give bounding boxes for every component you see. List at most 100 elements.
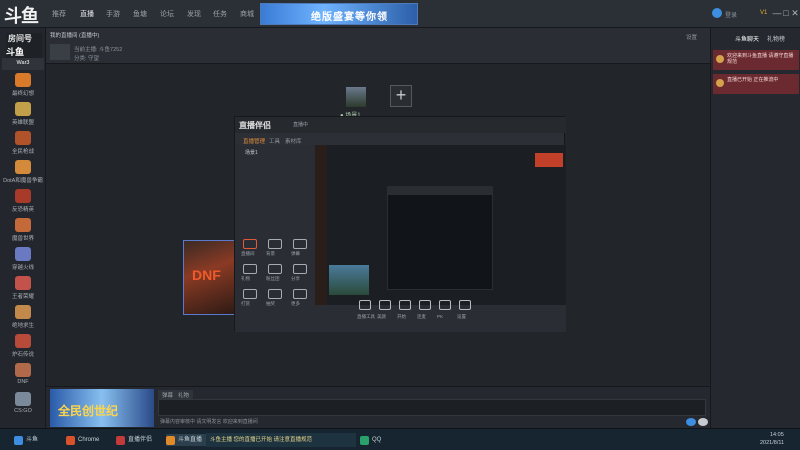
taskbar-item[interactable]: Chrome <box>66 434 112 446</box>
tab-live[interactable]: 直播 <box>80 9 94 21</box>
captured-tool-label: 美颜 <box>377 314 386 319</box>
ad-banner[interactable]: 全民创世纪 <box>50 389 154 427</box>
captured-tab-2[interactable]: 素材库 <box>285 137 302 145</box>
captured-side-icon[interactable] <box>268 289 282 299</box>
sidebar-item-lol[interactable]: 英雄联盟 <box>2 102 44 129</box>
sidebar-item-label: 炉石传说 <box>11 352 34 358</box>
tab-fishpond[interactable]: 鱼塘 <box>133 9 147 21</box>
sidebar-item-csgo[interactable]: CS:GO <box>2 392 44 419</box>
captured-side-label: 直播间 <box>241 251 255 256</box>
chat-message-card[interactable]: 欢迎来到斗鱼直播 请遵守直播规范 <box>713 50 799 70</box>
captured-side-icon[interactable] <box>268 239 282 249</box>
sidebar-item-final-fantasy[interactable]: 最终幻想 <box>2 73 44 100</box>
sidebar-item-dnf[interactable]: DNF <box>2 363 44 390</box>
taskbar-item[interactable]: 直播伴侣 <box>116 434 162 446</box>
tab-recommend[interactable]: 推荐 <box>52 9 66 21</box>
tab-chat[interactable]: 斗鱼聊天 <box>735 34 759 43</box>
game-icon <box>15 392 31 406</box>
add-scene-button[interactable]: + <box>390 85 412 107</box>
captured-side-icon[interactable] <box>293 239 307 249</box>
promo-banner[interactable]: 绝版盛宴等你领 <box>260 3 418 25</box>
right-chat-panel: 斗鱼聊天 礼物榜 欢迎来到斗鱼直播 请遵守直播规范 直播已开始 正在推流中 <box>710 28 800 428</box>
game-preview-source[interactable]: DNF <box>183 240 239 315</box>
scene-thumbnail[interactable] <box>346 87 366 107</box>
sidebar-item-hearthstone[interactable]: 炉石传说 <box>2 334 44 361</box>
stream-info-bar: 我的直播间 (直播中) 当前主播: 斗鱼7252 分类: 守望 设置 <box>46 28 710 64</box>
sidebar-item-dota[interactable]: DotA和魔兽争霸 <box>2 160 44 187</box>
chat-avatar-icon <box>716 55 724 63</box>
stream-anchor: 当前主播: 斗鱼7252 <box>74 47 123 53</box>
captured-side-icon[interactable] <box>243 289 257 299</box>
captured-tool-icon[interactable] <box>399 300 411 310</box>
taskbar-item-label: 斗鱼直播 <box>178 437 203 443</box>
chat-message-text: 直播已开始 正在推流中 <box>727 77 779 83</box>
tab-shop[interactable]: 商城 <box>240 9 254 21</box>
send-icon[interactable] <box>698 418 708 426</box>
sidebar-item-label: 王者荣耀 <box>11 294 34 300</box>
taskbar-item[interactable]: QQ <box>360 434 400 446</box>
captured-window-logo: 直播伴侣 <box>239 121 271 130</box>
game-icon <box>15 218 31 232</box>
chat-message-card[interactable]: 直播已开始 正在推流中 <box>713 74 799 94</box>
captured-side-icon[interactable] <box>293 264 307 274</box>
game-icon <box>15 73 31 87</box>
tab-task[interactable]: 任务 <box>213 9 227 21</box>
captured-side-label: 分享 <box>291 276 300 281</box>
top-bar: 斗鱼 推荐 直播 手游 鱼塘 论坛 发现 任务 商城 绝版盛宴等你领 登录 V1… <box>0 0 800 28</box>
taskbar-item[interactable]: 斗鱼 <box>14 434 60 446</box>
captured-tool-icon[interactable] <box>439 300 451 310</box>
captured-side-label: 粉丝团 <box>266 276 280 281</box>
captured-side-label: 弹幕 <box>291 251 300 256</box>
stream-title: 我的直播间 (直播中) <box>50 33 100 39</box>
app-icon <box>66 436 75 445</box>
sidebar-item-label: DNF <box>17 379 29 385</box>
sidebar-item-cs[interactable]: 反恐精英 <box>2 189 44 216</box>
douyu-logo[interactable]: 斗鱼 <box>4 2 40 27</box>
chat-input[interactable] <box>158 399 706 416</box>
captured-tool-label: PK <box>437 314 444 319</box>
game-thumbnail[interactable] <box>50 44 70 60</box>
room-label: 房间号 <box>8 34 32 43</box>
tab-forum[interactable]: 论坛 <box>160 9 174 21</box>
captured-tool-icon[interactable] <box>379 300 391 310</box>
sidebar-item-label: 反恐精英 <box>11 207 34 213</box>
captured-left-strip <box>315 145 327 305</box>
user-login-text[interactable]: 登录 <box>725 10 737 19</box>
captured-tool-label: 直播工具 <box>357 314 375 319</box>
captured-tab-1[interactable]: 工具 <box>269 137 280 145</box>
captured-side-label: 背景 <box>266 251 275 256</box>
sidebar-item-pubg[interactable]: 绝地求生 <box>2 305 44 332</box>
game-preview-text: DNF <box>192 267 221 283</box>
captured-side-icon[interactable] <box>268 264 282 274</box>
captured-tool-icon[interactable] <box>459 300 471 310</box>
app-icon <box>116 436 125 445</box>
game-icon <box>15 247 31 261</box>
captured-side-icon[interactable] <box>293 289 307 299</box>
close-icon[interactable]: ✕ <box>790 8 800 18</box>
game-icon <box>15 363 31 377</box>
captured-tab-0[interactable]: 直播管理 <box>243 137 265 145</box>
clock-date: 2021/8/11 <box>760 440 785 446</box>
sidebar-item-war3[interactable]: War3 <box>2 58 44 70</box>
chat-input-bar: 全民创世纪 弹幕 礼物 弹幕内容审核中 请文明发言 欢迎来到直播间 <box>46 386 710 428</box>
sidebar-item-wow[interactable]: 魔兽世界 <box>2 218 44 245</box>
vip-level-badge[interactable]: V1 <box>760 10 767 16</box>
captured-tool-icon[interactable] <box>359 300 371 310</box>
game-icon <box>15 276 31 290</box>
game-icon <box>15 102 31 116</box>
tab-mobile[interactable]: 手游 <box>106 9 120 21</box>
captured-tool-icon[interactable] <box>419 300 431 310</box>
tab-gift-rank[interactable]: 礼物榜 <box>767 34 785 43</box>
emoji-icon[interactable] <box>686 418 696 426</box>
captured-side-icon[interactable] <box>243 239 257 249</box>
captured-side-icon[interactable] <box>243 264 257 274</box>
sidebar-item-label: War3 <box>16 60 30 66</box>
taskbar-item-label: 斗鱼 <box>26 437 39 443</box>
sidebar-item-gun-battle[interactable]: 全民枪战 <box>2 131 44 158</box>
taskbar-notification[interactable]: 斗鱼主播 您的直播已开始 请注意直播规范 <box>206 433 356 447</box>
settings-link[interactable]: 设置 <box>686 33 697 41</box>
sidebar-item-honor[interactable]: 王者荣耀 <box>2 276 44 303</box>
sidebar-item-cf[interactable]: 穿越火线 <box>2 247 44 274</box>
user-avatar-icon[interactable] <box>712 8 722 18</box>
tab-discover[interactable]: 发现 <box>187 9 201 21</box>
